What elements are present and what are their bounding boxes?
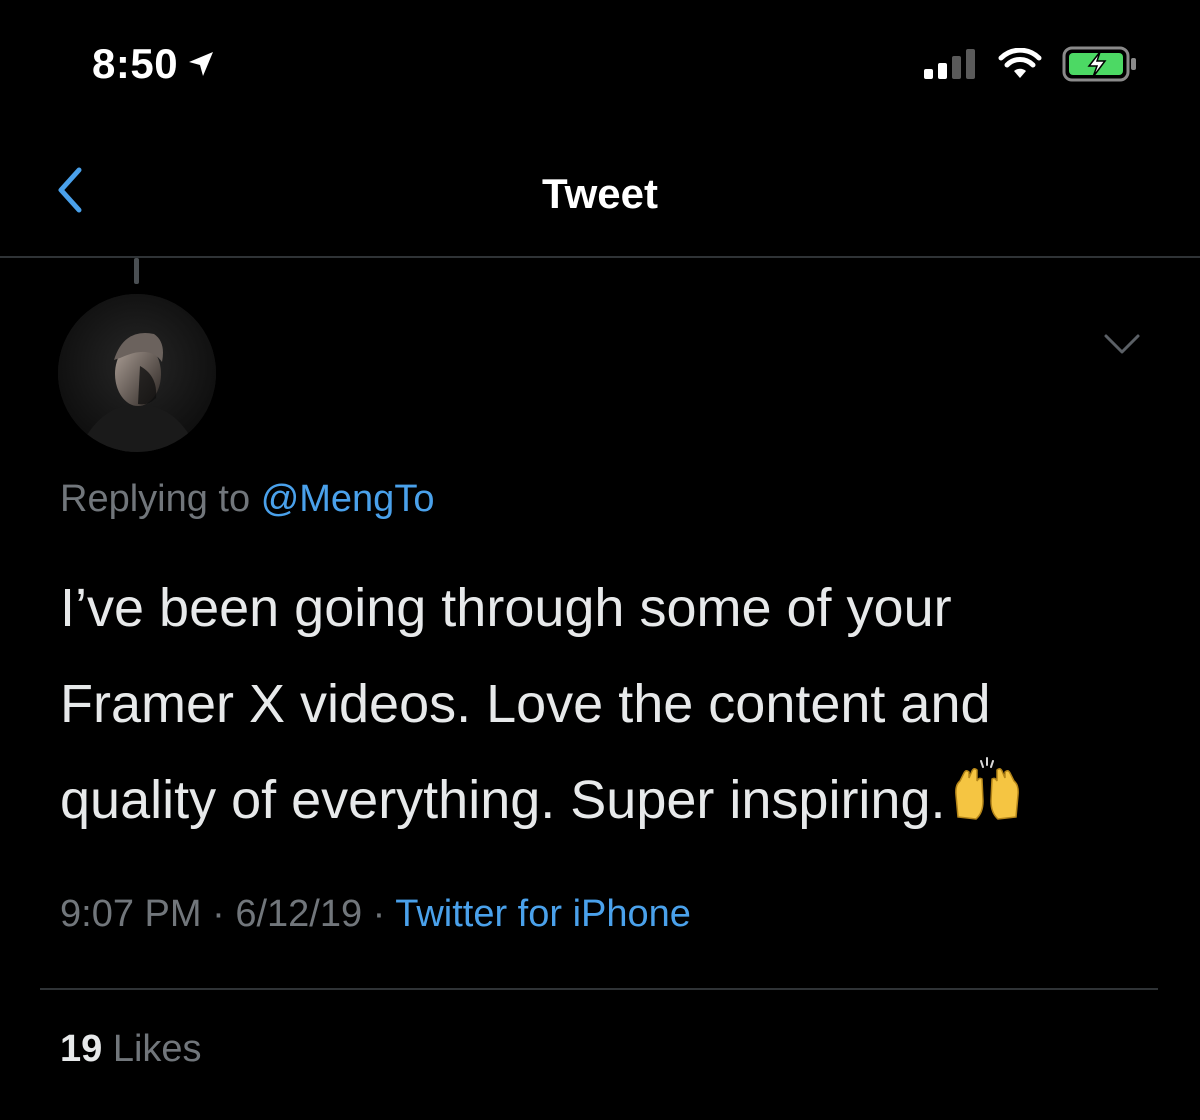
more-options-button[interactable] — [1102, 330, 1142, 358]
status-time: 8:50 — [92, 40, 179, 87]
status-bar: 8:50 — [0, 0, 1200, 110]
status-indicators — [924, 46, 1138, 87]
reply-mention-link[interactable]: @MengTo — [261, 478, 435, 520]
meta-divider — [40, 988, 1158, 990]
location-arrow-icon — [186, 49, 216, 79]
avatar-photo — [58, 294, 216, 452]
page-title: Tweet — [542, 170, 658, 217]
meta-separator: · — [362, 893, 396, 935]
tweet-meta: 9:07 PM · 6/12/19 · Twitter for iPhone — [60, 893, 691, 936]
avatar[interactable] — [58, 294, 216, 452]
status-time-group: 8:50 — [92, 40, 216, 88]
tweet-text-line: I’ve been going through some of your — [60, 578, 952, 638]
nav-bar: Tweet — [0, 130, 1200, 256]
tweet-text: I’ve been going through some of your Fra… — [60, 560, 1160, 853]
raising-hands-emoji-icon — [952, 755, 1022, 853]
chevron-down-icon — [1104, 334, 1140, 354]
tweet-time: 9:07 PM — [60, 893, 202, 935]
cellular-signal-icon — [924, 49, 978, 84]
replying-to: Replying to @MengTo — [60, 478, 434, 521]
wifi-icon — [998, 47, 1042, 85]
thread-connector — [134, 258, 139, 284]
replying-prefix: Replying to — [60, 478, 251, 520]
battery-charging-icon — [1062, 46, 1138, 87]
tweet-source-link[interactable]: Twitter for iPhone — [395, 893, 691, 935]
likes-count-button[interactable]: 19 Likes — [60, 1028, 202, 1071]
likes-label: Likes — [112, 1028, 202, 1070]
tweet-text-line: quality of everything. Super inspiring. — [60, 770, 946, 830]
tweet-text-line-last: quality of everything. Super inspiring. — [60, 752, 1160, 853]
tweet-date: 6/12/19 — [235, 893, 363, 935]
nav-divider — [0, 256, 1200, 258]
tweet-text-line: Framer X videos. Love the content and — [60, 674, 991, 734]
likes-count: 19 — [60, 1028, 103, 1070]
meta-separator: · — [201, 893, 236, 935]
